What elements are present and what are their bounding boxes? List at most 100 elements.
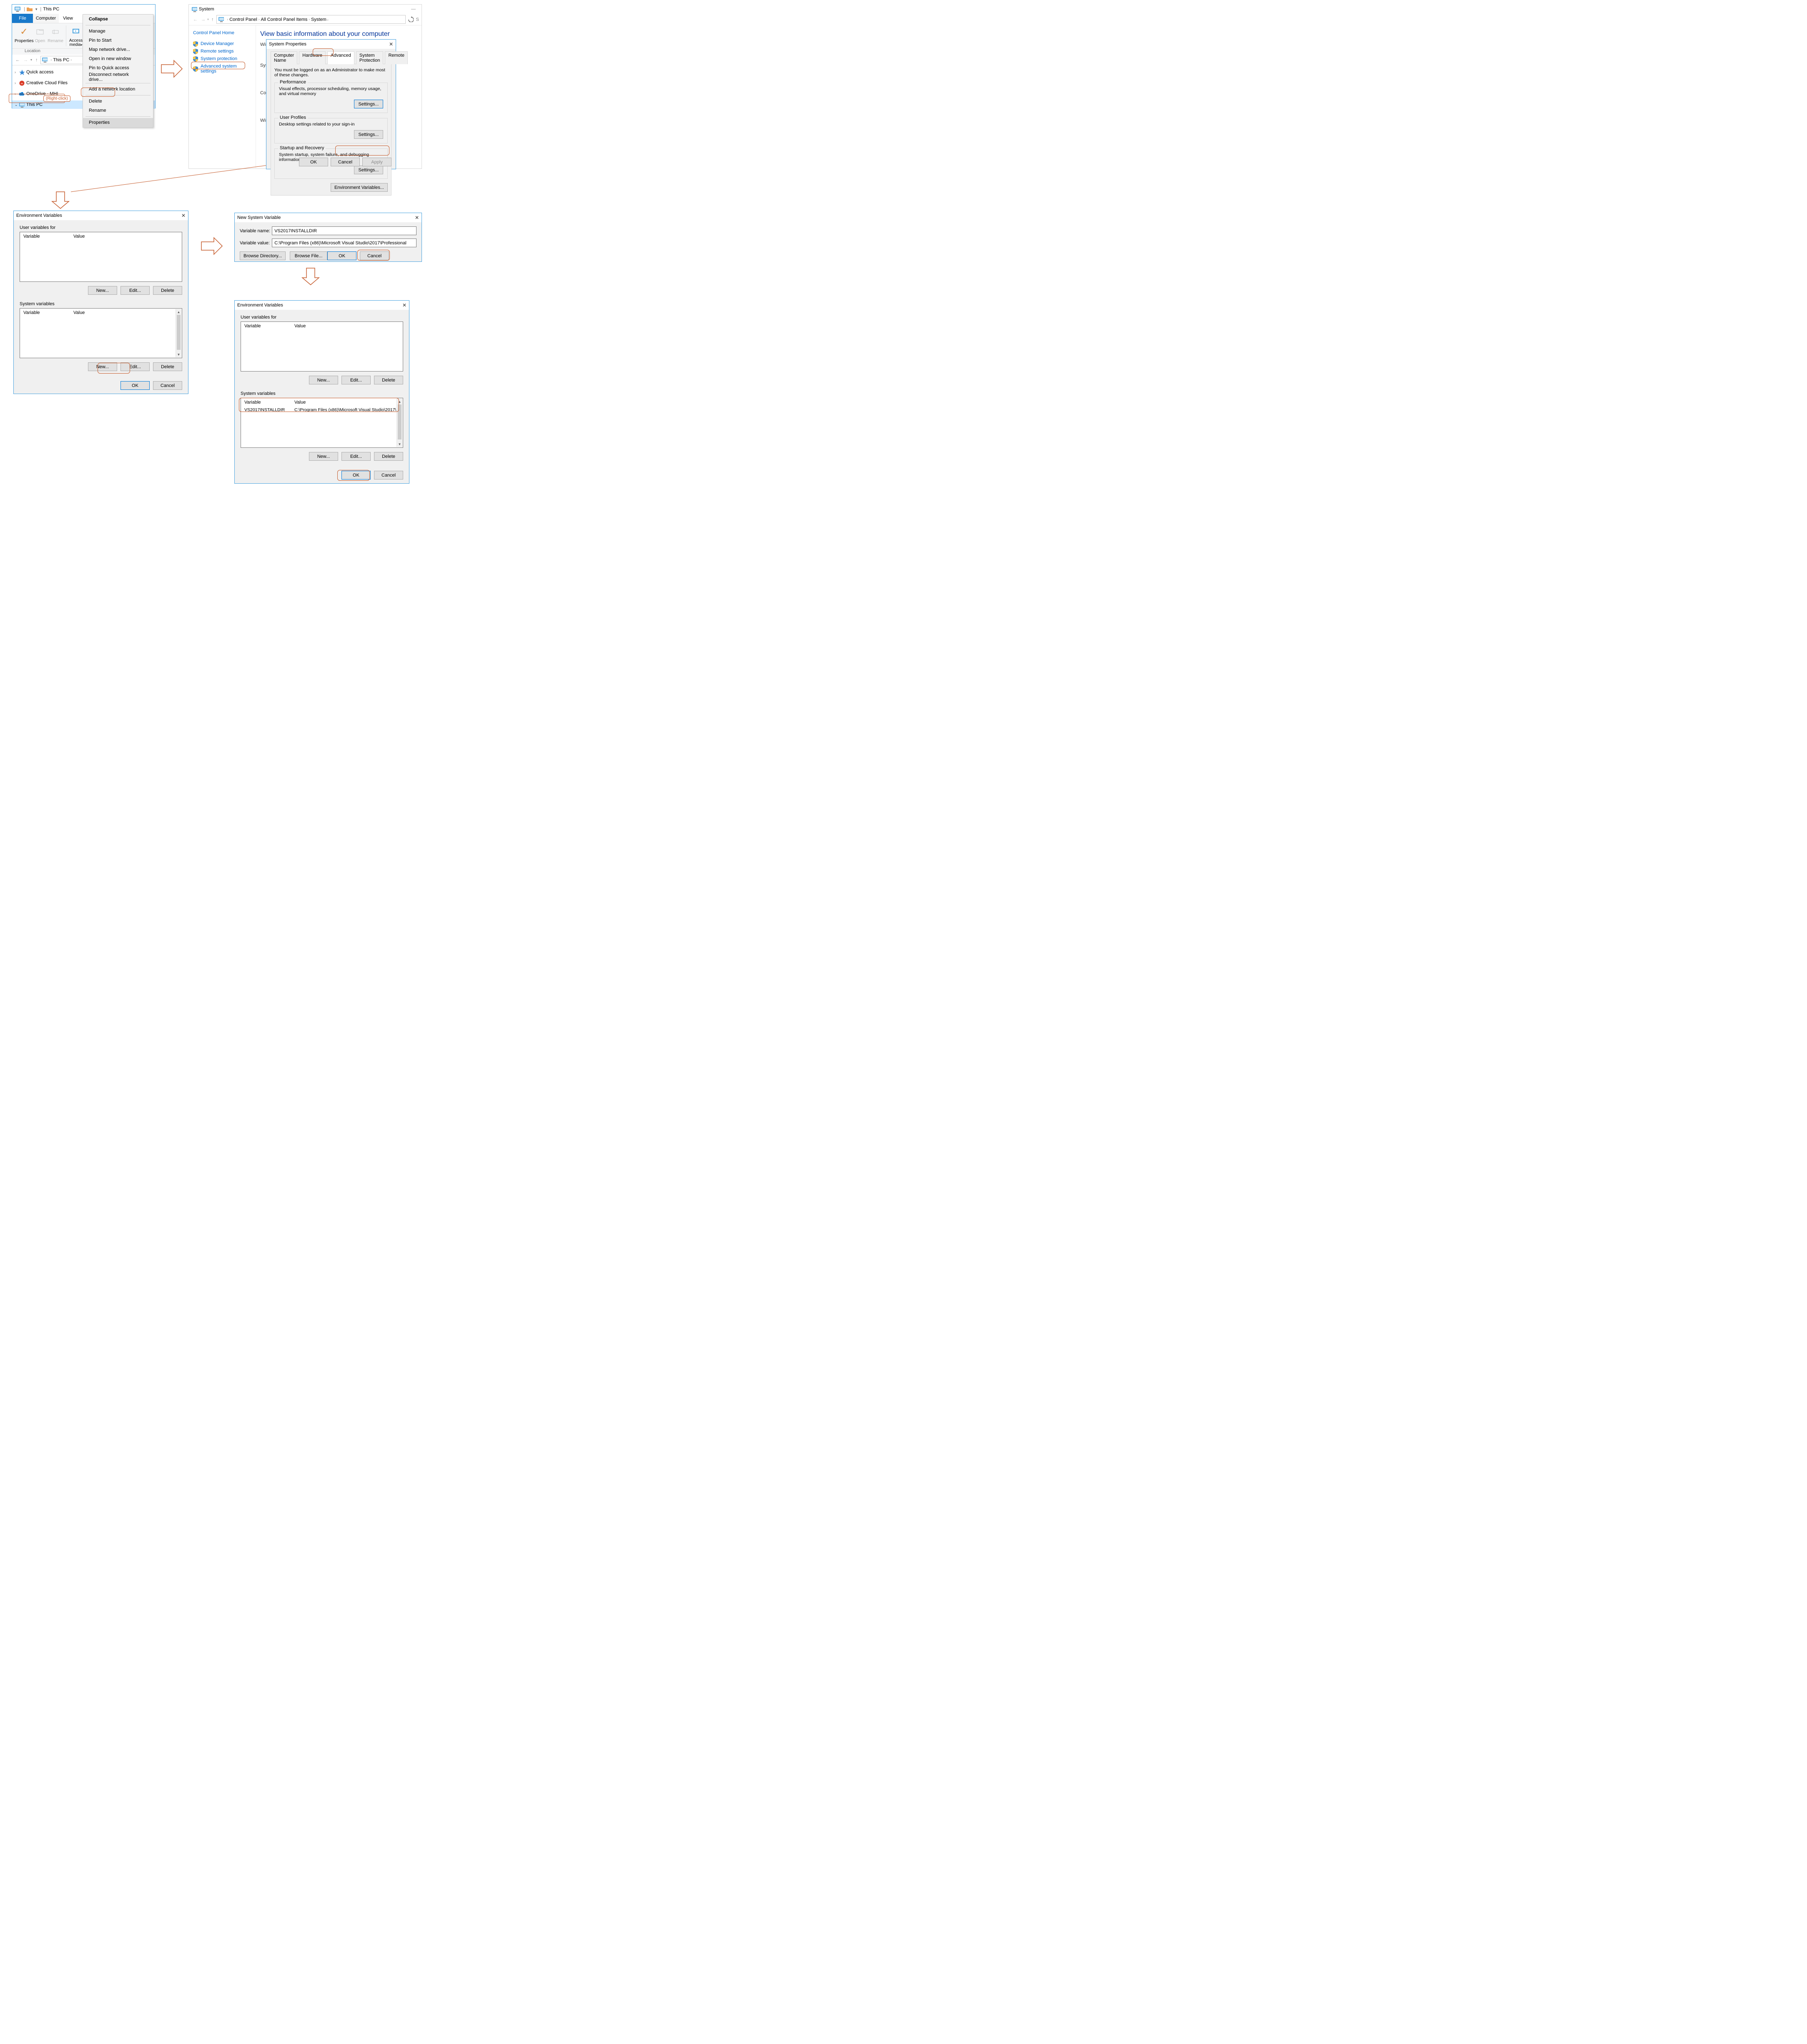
menu-add-location[interactable]: Add a network location (83, 85, 153, 94)
menu-pin-quick[interactable]: Pin to Quick access (83, 63, 153, 73)
browse-file-button[interactable]: Browse File... (290, 251, 327, 260)
menu-pin-start[interactable]: Pin to Start (83, 36, 153, 45)
tab-computer-name[interactable]: Computer Name (271, 51, 297, 64)
qat-dropdown-icon[interactable]: ▾ (35, 7, 38, 12)
nav-up-icon[interactable]: ↑ (33, 58, 40, 63)
crumb-system[interactable]: System (311, 17, 326, 22)
col-value: Value (73, 310, 85, 315)
ribbon-open[interactable]: Open (33, 25, 47, 47)
crumb-control-panel[interactable]: Control Panel (229, 17, 257, 22)
menu-delete[interactable]: Delete (83, 97, 153, 106)
flow-arrow-3 (199, 236, 224, 256)
sys-vars-list[interactable]: VariableValue ▲ ▼ (20, 308, 182, 358)
user-vars-list[interactable]: VariableValue (241, 321, 403, 372)
envvars2-titlebar: Environment Variables ✕ (235, 301, 409, 310)
col-variable: Variable (23, 310, 73, 315)
envvars-ok-button[interactable]: OK (341, 471, 371, 480)
link-system-protection[interactable]: System protection (193, 56, 251, 61)
close-icon[interactable]: ✕ (389, 41, 393, 47)
sys-delete-button[interactable]: Delete (153, 362, 182, 371)
newvar-cancel-button[interactable]: Cancel (360, 251, 389, 260)
scroll-thumb[interactable] (398, 404, 402, 439)
user-new-button[interactable]: New... (309, 376, 338, 384)
nav-recent-icon[interactable]: ▾ (30, 58, 33, 62)
link-device-manager[interactable]: Device Manager (193, 41, 251, 46)
cp-address-bar[interactable]: › Control Panel › All Control Panel Item… (216, 15, 406, 24)
menu-map-drive[interactable]: Map network drive... (83, 45, 153, 54)
nav-back-icon: ← (191, 17, 199, 22)
sysprops-ok-button[interactable]: OK (299, 158, 328, 166)
var-name-input[interactable] (272, 226, 417, 235)
close-icon[interactable]: ✕ (402, 302, 407, 308)
sys-new-button[interactable]: New... (88, 362, 117, 371)
sys-new-button[interactable]: New... (309, 452, 338, 461)
sysprops-cancel-button[interactable]: Cancel (331, 158, 360, 166)
menu-rename[interactable]: Rename (83, 106, 153, 115)
sys-delete-button[interactable]: Delete (374, 452, 403, 461)
tab-hardware[interactable]: Hardware (299, 51, 326, 64)
newvar-title: New System Variable (237, 215, 281, 220)
link-remote-settings[interactable]: Remote settings (193, 49, 251, 54)
user-delete-button[interactable]: Delete (374, 376, 403, 384)
scroll-down-icon[interactable]: ▼ (176, 352, 181, 357)
close-icon[interactable]: ✕ (181, 213, 186, 218)
row-var: VS2017INSTALLDIR (244, 407, 294, 412)
link-advanced-settings[interactable]: Advanced system settings (193, 64, 251, 74)
tab-file[interactable]: File (12, 14, 33, 23)
table-row[interactable]: VS2017INSTALLDIR C:\Program Files (x86)\… (241, 407, 403, 413)
tab-view[interactable]: View (59, 14, 77, 23)
crumb-all-items[interactable]: All Control Panel Items (261, 17, 308, 22)
tab-computer[interactable]: Computer (33, 14, 59, 23)
menu-manage[interactable]: Manage (83, 27, 153, 36)
link-cp-home[interactable]: Control Panel Home (193, 30, 251, 35)
sys-edit-button[interactable]: Edit... (120, 362, 150, 371)
sys-vars-list[interactable]: VariableValue VS2017INSTALLDIR C:\Progra… (241, 398, 403, 448)
ribbon-rename[interactable]: Rename (47, 25, 64, 47)
env-vars-button[interactable]: Environment Variables... (331, 183, 388, 192)
close-icon[interactable]: ✕ (415, 215, 419, 221)
perf-settings-button[interactable]: Settings... (354, 100, 383, 108)
ribbon-properties[interactable]: ✓ Properties (15, 25, 33, 47)
user-new-button[interactable]: New... (88, 286, 117, 295)
minimize-icon[interactable]: — (408, 7, 419, 12)
scroll-thumb[interactable] (177, 315, 181, 350)
menu-collapse[interactable]: Collapse (83, 15, 153, 24)
envvars-cancel-button[interactable]: Cancel (374, 471, 403, 480)
media-icon (68, 25, 84, 39)
col-variable: Variable (244, 400, 294, 405)
check-icon: ✓ (15, 25, 33, 39)
scroll-up-icon[interactable]: ▲ (397, 399, 402, 404)
scrollbar[interactable]: ▲ ▼ (176, 309, 181, 357)
envvars-ok-button[interactable]: OK (120, 381, 150, 390)
browse-dir-button[interactable]: Browse Directory... (240, 251, 286, 260)
cloud-icon (19, 91, 25, 97)
col-value: Value (294, 324, 306, 329)
scrollbar[interactable]: ▲ ▼ (397, 399, 402, 447)
envvars-cancel-button[interactable]: Cancel (153, 381, 182, 390)
scroll-down-icon[interactable]: ▼ (397, 441, 402, 447)
ribbon-access-media[interactable]: Access media▾ (68, 25, 84, 47)
sys-edit-button[interactable]: Edit... (341, 452, 371, 461)
tab-advanced[interactable]: Advanced (327, 51, 354, 64)
menu-disconnect[interactable]: Disconnect network drive... (83, 73, 153, 82)
startup-settings-button[interactable]: Settings... (354, 166, 383, 174)
var-value-input[interactable] (272, 239, 417, 247)
menu-properties[interactable]: Properties (83, 118, 153, 127)
scroll-up-icon[interactable]: ▲ (176, 309, 181, 315)
nav-back-icon[interactable]: ← (14, 58, 22, 63)
profiles-settings-button[interactable]: Settings... (354, 130, 383, 139)
new-sys-var-dialog: New System Variable ✕ Variable name: Var… (234, 213, 422, 262)
nav-fwd-icon: → (22, 58, 30, 63)
refresh-icon[interactable] (406, 17, 416, 22)
shield-icon (193, 49, 198, 54)
user-vars-list[interactable]: VariableValue (20, 232, 182, 282)
nav-up-icon[interactable]: ↑ (209, 17, 216, 22)
user-edit-button[interactable]: Edit... (120, 286, 150, 295)
user-delete-button[interactable]: Delete (153, 286, 182, 295)
tab-system-protection[interactable]: System Protection (356, 51, 384, 64)
menu-open-new[interactable]: Open in new window (83, 54, 153, 63)
breadcrumb-this-pc[interactable]: This PC (53, 58, 69, 63)
newvar-ok-button[interactable]: OK (327, 251, 356, 260)
user-edit-button[interactable]: Edit... (341, 376, 371, 384)
tab-remote[interactable]: Remote (385, 51, 408, 64)
